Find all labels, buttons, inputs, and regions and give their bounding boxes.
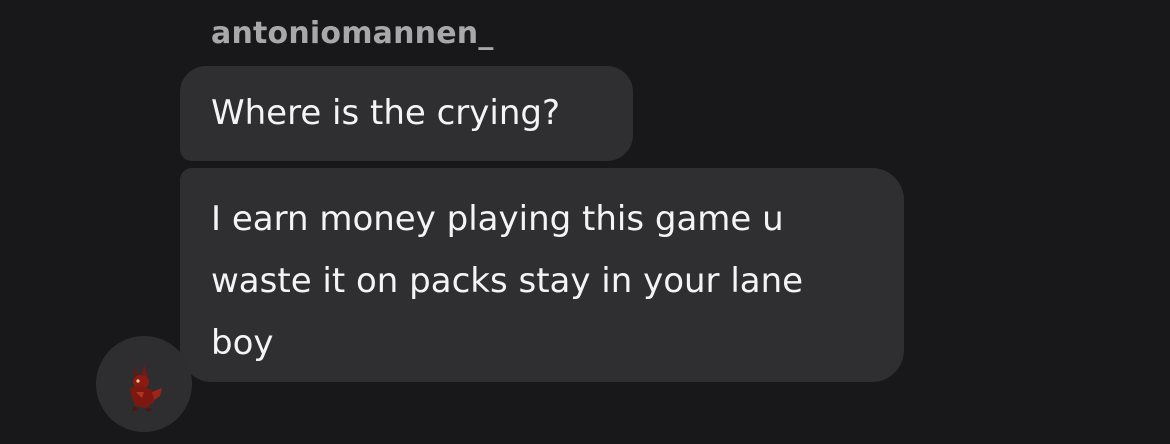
message-text-line: I earn money playing this game u [211,199,784,239]
avatar[interactable] [96,336,192,432]
sender-username[interactable]: antoniomannen_ [211,14,494,54]
message-bubble[interactable]: I earn money playing this game u waste i… [180,168,904,382]
message-text: Where is the crying? [211,93,561,133]
message-text-line: boy [211,323,274,363]
message-bubble[interactable]: Where is the crying? [180,66,633,161]
red-fox-avatar-icon [130,364,162,412]
message-text-line: waste it on packs stay in your lane [211,261,804,301]
